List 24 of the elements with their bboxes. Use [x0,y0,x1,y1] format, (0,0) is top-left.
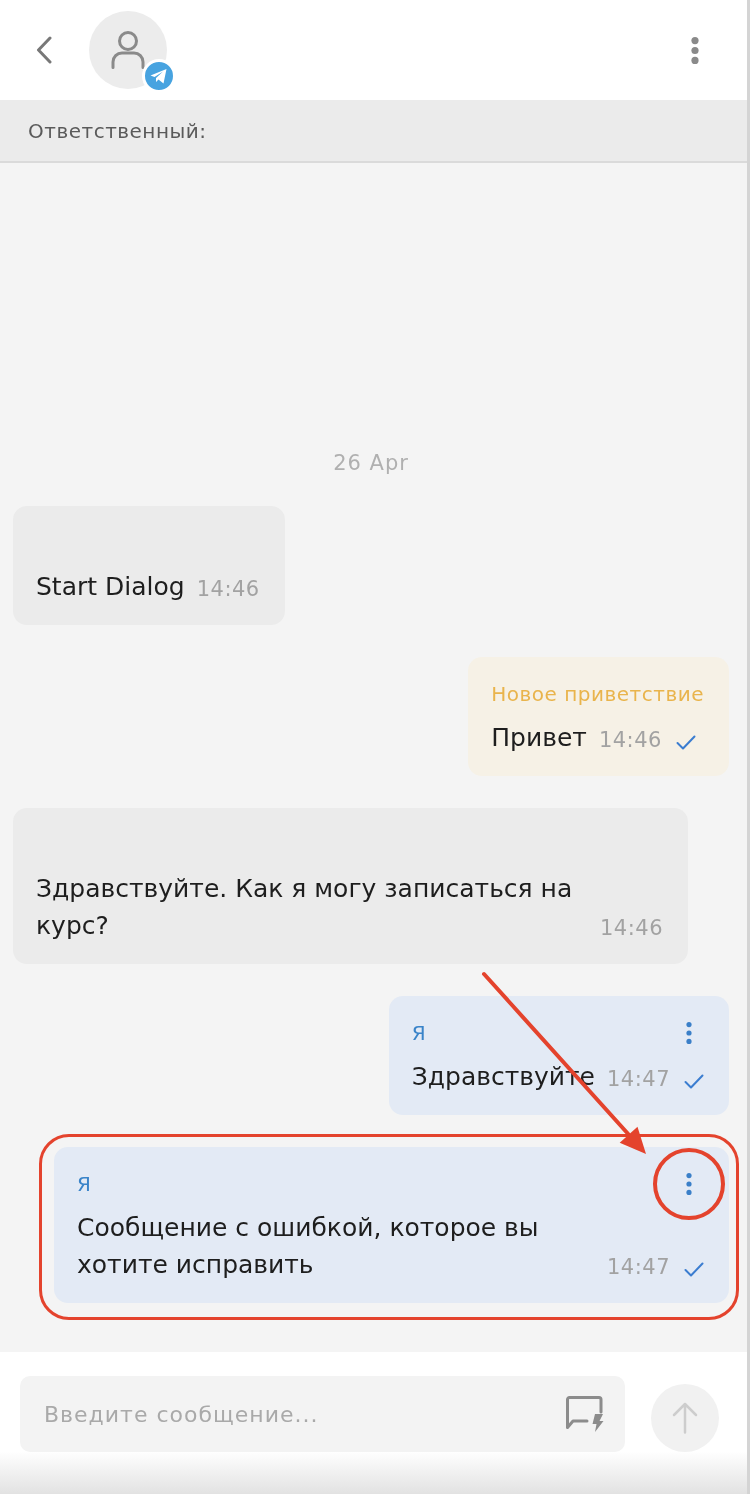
message-time: 14:46 [196,576,260,603]
message-time: 14:47 [606,1066,670,1093]
back-button[interactable] [35,35,53,65]
paper-plane-badge-icon [142,59,176,93]
author-name: Я [411,1020,426,1047]
responsible-label: Ответственный: [28,117,207,145]
message-text: Здравствуйте. Как я могу записаться на курс? [36,873,574,942]
message-text: Сообщение с ошибкой, которое вы хотите исправить [77,1212,540,1281]
message-input[interactable]: Введите сообщение... [20,1376,625,1452]
chat-lightning-icon[interactable] [565,1395,605,1433]
three-dots-icon [686,1173,692,1195]
date-label: 26 Apr [333,450,409,477]
three-dots-icon [691,36,699,64]
author-name: Я [77,1171,91,1198]
message-time: 14:46 [598,727,662,754]
three-dots-icon [686,1022,692,1044]
person-icon [111,31,145,69]
message-text: Привет [491,722,587,754]
message-text: Start Dialog [36,571,185,603]
template-title: Новое приветствие [491,681,704,708]
arrow-up-icon [672,1402,698,1434]
chevron-left-icon [36,36,52,64]
message-time: 14:46 [599,915,663,942]
message-time: 14:47 [606,1254,670,1281]
